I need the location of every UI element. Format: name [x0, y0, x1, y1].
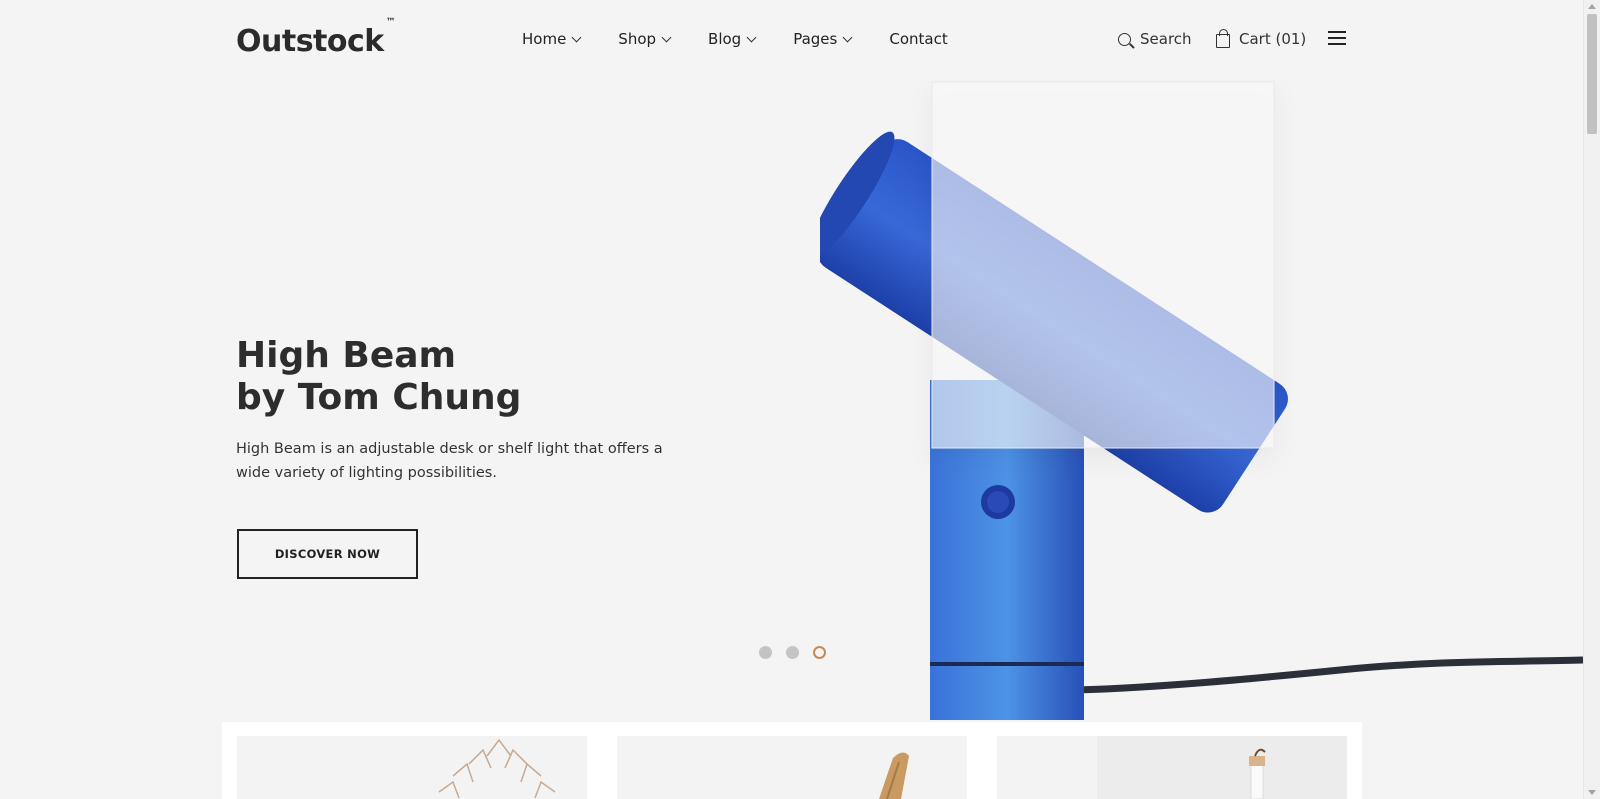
hero-title: High Beam by Tom Chung — [236, 335, 521, 419]
chevron-down-icon — [746, 32, 757, 42]
scroll-down-arrow-icon[interactable] — [1588, 790, 1596, 795]
slider-pagination — [759, 646, 826, 659]
main-nav: Home Shop Blog Pages Contact — [522, 30, 986, 48]
search-label: Search — [1140, 30, 1192, 48]
slider-dot-1[interactable] — [759, 646, 772, 659]
search-icon — [1118, 32, 1131, 46]
site-header: Outstock™ Home Shop Blog Pages Contact S… — [0, 0, 1583, 80]
slider-dot-3-active[interactable] — [813, 646, 826, 659]
nav-label: Pages — [793, 30, 838, 48]
brand-logo[interactable]: Outstock™ — [236, 17, 396, 59]
white-lamp-thumbnail — [1097, 736, 1347, 799]
page-scrollbar[interactable] — [1583, 0, 1600, 799]
chevron-down-icon — [571, 32, 582, 42]
brand-name: Outstock — [236, 24, 384, 59]
nav-label: Contact — [889, 30, 948, 48]
hero-title-line1: High Beam — [236, 335, 457, 376]
hero-description: High Beam is an adjustable desk or shelf… — [236, 441, 663, 481]
hero-title-line2: by Tom Chung — [236, 377, 522, 418]
search-button[interactable]: Search — [1118, 30, 1192, 48]
cart-label: Cart (01) — [1239, 30, 1307, 48]
chevron-down-icon — [842, 32, 853, 42]
hamburger-menu-icon[interactable] — [1328, 31, 1346, 45]
product-card-2[interactable] — [617, 736, 967, 799]
nav-item-blog[interactable]: Blog — [708, 30, 757, 48]
shopping-bag-icon — [1216, 28, 1230, 48]
lotus-lamp-thumbnail — [438, 738, 556, 799]
discover-now-button[interactable]: DISCOVER NOW — [237, 529, 418, 579]
scrollbar-thumb[interactable] — [1587, 14, 1597, 134]
cart-button[interactable]: Cart (01) — [1216, 28, 1307, 48]
nav-item-contact[interactable]: Contact — [889, 30, 947, 48]
product-card-3[interactable] — [997, 736, 1347, 799]
featured-products — [222, 722, 1362, 799]
chevron-down-icon — [661, 32, 672, 42]
product-card-1[interactable] — [237, 736, 587, 799]
trademark: ™ — [385, 17, 396, 28]
nav-item-shop[interactable]: Shop — [618, 30, 672, 48]
nav-label: Shop — [618, 30, 657, 48]
slider-dot-2[interactable] — [786, 646, 799, 659]
nav-label: Home — [522, 30, 567, 48]
scroll-up-arrow-icon[interactable] — [1588, 4, 1596, 9]
wood-lamp-thumbnail — [879, 752, 909, 799]
nav-item-home[interactable]: Home — [522, 30, 582, 48]
nav-label: Blog — [708, 30, 742, 48]
hero-lamp-image — [820, 80, 1583, 720]
nav-item-pages[interactable]: Pages — [793, 30, 853, 48]
